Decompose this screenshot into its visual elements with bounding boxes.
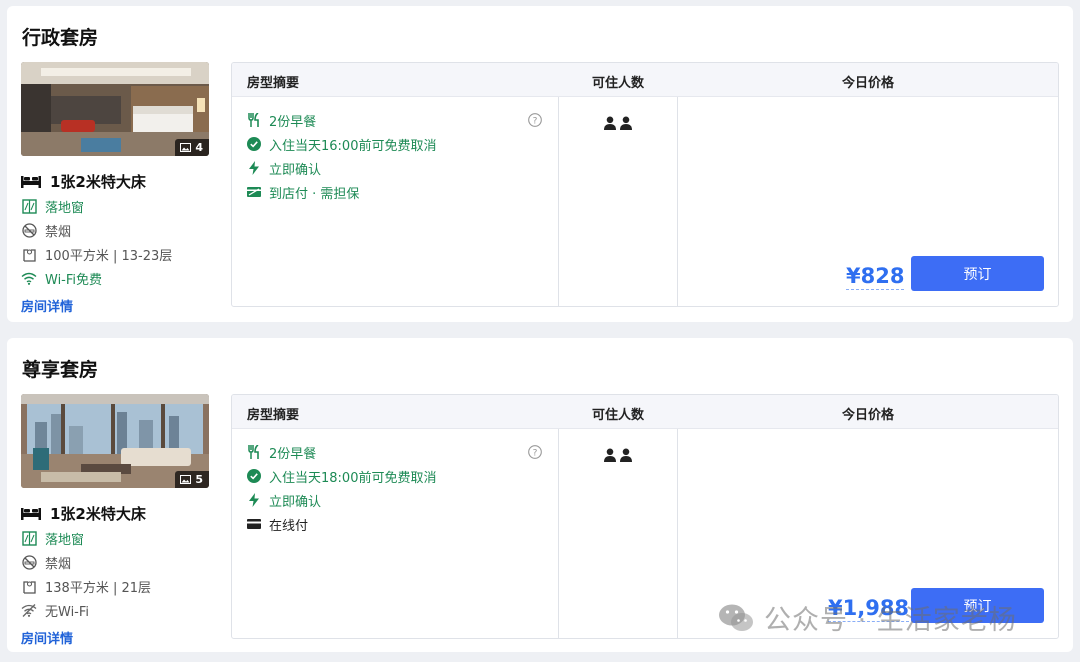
- confirm-row: 立即确认: [247, 488, 547, 512]
- image-icon: [180, 143, 192, 152]
- area-floor: 100平方米 | 13-23层: [21, 242, 221, 266]
- smoking-policy: 禁烟: [21, 550, 221, 574]
- window-icon: [21, 530, 37, 546]
- room-details-link[interactable]: 房间详情: [21, 296, 221, 315]
- breakfast-icon: [247, 445, 261, 459]
- pay-at-hotel-icon: [247, 185, 261, 199]
- wifi-status: 无Wi-Fi: [21, 598, 221, 622]
- no-wifi-icon: [21, 602, 37, 618]
- watermark: 公众号 · 生活家老杨: [718, 598, 1017, 637]
- window-type: 落地窗: [21, 526, 221, 550]
- header-price: 今日价格: [842, 76, 895, 91]
- breakfast-icon: [247, 113, 261, 127]
- room-title: 行政套房: [22, 27, 99, 49]
- help-icon[interactable]: ?: [528, 112, 542, 131]
- room-card-executive-suite: 行政套房 4 1张2米特大床 落地窗 禁烟 100平方米 | 13-23层 Wi…: [7, 6, 1073, 322]
- photo-count: 4: [195, 141, 203, 154]
- rate-table-header: 房型摘要 可住人数 今日价格: [232, 395, 1058, 429]
- header-guests: 可住人数: [592, 408, 645, 423]
- image-icon: [180, 475, 192, 484]
- column-divider: [558, 97, 559, 306]
- confirm-row: 立即确认: [247, 156, 547, 180]
- photo-count-badge: 4: [175, 139, 209, 156]
- max-guests: [604, 116, 632, 130]
- cancel-policy-row: 入住当天18:00前可免费取消: [247, 464, 547, 488]
- breakfast-row: 2份早餐: [247, 108, 547, 132]
- svg-text:?: ?: [533, 117, 538, 127]
- max-guests: [604, 448, 632, 462]
- check-icon: [247, 137, 261, 151]
- area-floor: 138平方米 | 21层: [21, 574, 221, 598]
- payment-row: 到店付 · 需担保: [247, 180, 547, 204]
- area-icon: [21, 578, 37, 594]
- lightning-icon: [247, 161, 261, 175]
- column-divider: [558, 429, 559, 638]
- room-features: 1张2米特大床 落地窗 禁烟 100平方米 | 13-23层 Wi-Fi免费 房…: [21, 168, 221, 315]
- svg-text:?: ?: [533, 449, 538, 459]
- window-type: 落地窗: [21, 194, 221, 218]
- book-button[interactable]: 预订: [911, 256, 1044, 291]
- column-divider: [677, 97, 678, 306]
- column-divider: [677, 429, 678, 638]
- room-features: 1张2米特大床 落地窗 禁烟 138平方米 | 21层 无Wi-Fi 房间详情: [21, 500, 221, 647]
- no-smoking-icon: [21, 222, 37, 238]
- help-icon[interactable]: ?: [528, 444, 542, 463]
- area-icon: [21, 246, 37, 262]
- bed-icon: [21, 173, 41, 189]
- smoking-policy: 禁烟: [21, 218, 221, 242]
- room-title: 尊享套房: [22, 359, 99, 381]
- person-icon: [604, 116, 616, 130]
- payment-row: 在线付: [247, 512, 547, 536]
- price: ¥828: [846, 264, 905, 290]
- check-icon: [247, 469, 261, 483]
- watermark-text: 公众号 · 生活家老杨: [764, 605, 1017, 636]
- rate-summary: 2份早餐 入住当天18:00前可免费取消 立即确认 在线付: [247, 440, 547, 536]
- person-icon: [620, 448, 632, 462]
- bed-type: 1张2米特大床: [21, 168, 221, 194]
- photo-count: 5: [195, 473, 203, 486]
- bed-type: 1张2米特大床: [21, 500, 221, 526]
- rate-table: 房型摘要 可住人数 今日价格 2份早餐 入住当天16:00前可免费取消 立即确认…: [231, 62, 1059, 307]
- room-photo[interactable]: 5: [21, 394, 209, 488]
- header-summary: 房型摘要: [247, 408, 300, 423]
- cancel-policy-row: 入住当天16:00前可免费取消: [247, 132, 547, 156]
- rate-table-header: 房型摘要 可住人数 今日价格: [232, 63, 1058, 97]
- window-icon: [21, 198, 37, 214]
- header-guests: 可住人数: [592, 76, 645, 91]
- photo-count-badge: 5: [175, 471, 209, 488]
- wechat-icon: [719, 604, 753, 631]
- rate-summary: 2份早餐 入住当天16:00前可免费取消 立即确认 到店付 · 需担保: [247, 108, 547, 204]
- lightning-icon: [247, 493, 261, 507]
- room-photo[interactable]: 4: [21, 62, 209, 156]
- header-price: 今日价格: [842, 408, 895, 423]
- header-summary: 房型摘要: [247, 76, 300, 91]
- person-icon: [620, 116, 632, 130]
- bed-icon: [21, 505, 41, 521]
- room-details-link[interactable]: 房间详情: [21, 628, 221, 647]
- wifi-icon: [21, 270, 37, 286]
- no-smoking-icon: [21, 554, 37, 570]
- card-icon: [247, 517, 261, 531]
- breakfast-row: 2份早餐: [247, 440, 547, 464]
- person-icon: [604, 448, 616, 462]
- wifi-status: Wi-Fi免费: [21, 266, 221, 290]
